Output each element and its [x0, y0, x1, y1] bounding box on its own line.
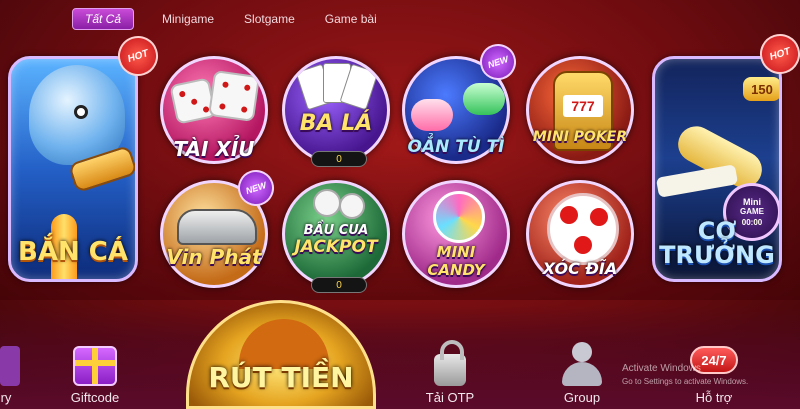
- game-tile-mini-poker[interactable]: 777 MINI POKER: [526, 56, 634, 164]
- candy-icon: [433, 191, 485, 243]
- dice-icon: [313, 189, 341, 217]
- game-title: BA LÁ: [299, 111, 373, 136]
- score-badge: 150: [743, 77, 779, 101]
- plane-wing-icon: [655, 164, 739, 198]
- game-tile-ba-la[interactable]: BA LÁ 0: [282, 56, 390, 167]
- game-title: Vin Phát: [166, 245, 262, 269]
- game-card-ban-ca[interactable]: BẮN CÁ: [8, 56, 138, 282]
- plate-icon: [547, 193, 619, 265]
- tab-all[interactable]: Tất Cả: [72, 8, 135, 30]
- game-title: CƠ TRƯỞNG: [659, 217, 775, 269]
- dice-icon: [208, 70, 260, 122]
- nav-history[interactable]: ry: [0, 346, 26, 405]
- dice-icon: [339, 193, 365, 219]
- game-title: MINI POKER: [532, 129, 628, 145]
- windows-activation-watermark: Activate Windows Go to Settings to activ…: [622, 363, 749, 386]
- nav-otp[interactable]: Tải OTP: [420, 340, 480, 405]
- jackpot-counter: 0: [311, 151, 367, 167]
- game-title: BẦU CUA JACKPOT: [294, 223, 378, 257]
- tab-slotgame[interactable]: Slotgame: [232, 8, 307, 30]
- nav-group[interactable]: Group: [552, 342, 612, 405]
- game-card-co-truong[interactable]: 150 Mini GAME 00:00 CƠ TRƯỞNG: [652, 56, 782, 282]
- scissors-hand-icon: [411, 99, 453, 131]
- lock-icon: [434, 340, 466, 386]
- game-tile-bau-cua[interactable]: BẦU CUA JACKPOT 0: [282, 180, 390, 293]
- nav-giftcode[interactable]: Giftcode: [60, 346, 130, 405]
- game-tile-mini-candy[interactable]: MINI CANDY: [402, 180, 510, 288]
- tab-game-bai[interactable]: Game bài: [313, 8, 389, 30]
- game-title: BẮN CÁ: [18, 237, 128, 267]
- category-tabs: Tất Cả Minigame Slotgame Game bài: [72, 6, 389, 32]
- car-icon: [177, 209, 257, 245]
- game-tile-xoc-dia[interactable]: XÓC ĐĨA: [526, 180, 634, 288]
- paper-hand-icon: [463, 83, 505, 115]
- game-tile-tai-xiu[interactable]: TÀI XỈU: [160, 56, 268, 164]
- game-title: OẲN TÙ TÌ: [407, 137, 505, 157]
- user-group-icon: [562, 342, 602, 386]
- history-icon: [0, 346, 20, 386]
- game-title: TÀI XỈU: [173, 137, 255, 161]
- game-title: MINI CANDY: [427, 243, 485, 279]
- gift-icon: [73, 346, 117, 386]
- tab-minigame[interactable]: Minigame: [150, 8, 226, 30]
- game-title: XÓC ĐĨA: [542, 259, 618, 278]
- jackpot-counter: 0: [311, 277, 367, 293]
